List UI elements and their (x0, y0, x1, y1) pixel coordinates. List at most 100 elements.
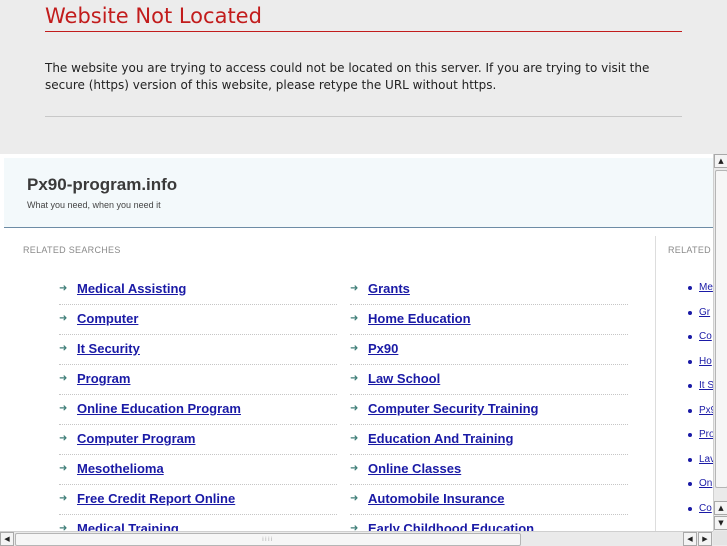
related-link[interactable]: Medical Assisting (77, 281, 186, 296)
sidebar-link[interactable]: Gr (699, 307, 710, 318)
bullet-icon (688, 457, 692, 462)
arrow-right-icon: ➜ (59, 463, 68, 474)
list-item[interactable]: ➜ Early Childhood Education (350, 516, 628, 531)
list-item[interactable]: ➜ Home Education (350, 306, 628, 335)
sidebar-link[interactable]: On (699, 478, 712, 489)
related-link[interactable]: Grants (368, 281, 410, 296)
list-item[interactable]: ➜ Px90 (350, 336, 628, 365)
sidebar-item[interactable]: Gr (688, 307, 713, 332)
related-link[interactable]: Early Childhood Education (368, 521, 534, 531)
list-item[interactable]: ➜ Education And Training (350, 426, 628, 455)
error-bottom-rule (45, 116, 682, 117)
site-name: Px90-program.info (27, 175, 178, 194)
related-link[interactable]: Online Classes (368, 461, 461, 476)
related-link[interactable]: Free Credit Report Online (77, 491, 235, 506)
related-link[interactable]: Law School (368, 371, 440, 386)
sidebar-link[interactable]: Co (699, 503, 712, 514)
vertical-scrollbar-thumb[interactable] (715, 170, 727, 488)
sidebar-item[interactable]: On (688, 478, 713, 503)
bullet-icon (688, 359, 692, 364)
scroll-down-icon[interactable]: ▼ (714, 516, 727, 530)
horizontal-scrollbar[interactable]: ◀ ⁞⁞⁞⁞ ◀ ▶ (0, 531, 713, 546)
list-item[interactable]: ➜ Computer (59, 306, 337, 335)
list-item[interactable]: ➜ It Security (59, 336, 337, 365)
arrow-right-icon: ➜ (350, 433, 359, 444)
sidebar-link[interactable]: Ho (699, 356, 712, 367)
embedded-page-frame: Px90-program.info What you need, when yo… (0, 154, 727, 545)
arrow-right-icon: ➜ (350, 523, 359, 531)
related-searches-right-column: ➜ Grants ➜ Home Education ➜ Px90 ➜ Law Schoo… (350, 276, 628, 531)
related-link[interactable]: Education And Training (368, 431, 513, 446)
scroll-right-icon[interactable]: ▶ (698, 532, 712, 546)
list-item[interactable]: ➜ Program (59, 366, 337, 395)
bullet-icon (688, 482, 692, 486)
arrow-right-icon: ➜ (59, 523, 68, 531)
scroll-left-icon[interactable]: ◀ (683, 532, 697, 546)
arrow-right-icon: ➜ (350, 283, 359, 294)
sidebar-related-list: Me Gr Co Ho It S Px9 Pro Lav On Co (688, 282, 713, 527)
sidebar-item[interactable]: Me (688, 282, 713, 307)
bullet-icon (688, 433, 692, 437)
error-title-rule (45, 31, 682, 32)
sidebar-link[interactable]: Me (699, 282, 713, 293)
error-message: The website you are trying to access cou… (45, 61, 650, 92)
site-header: Px90-program.info What you need, when yo… (4, 158, 713, 228)
sidebar-link[interactable]: Co (699, 331, 712, 342)
bullet-icon (688, 408, 692, 413)
sidebar-item[interactable]: Co (688, 331, 713, 356)
list-item[interactable]: ➜ Computer Security Training (350, 396, 628, 425)
list-item[interactable]: ➜ Mesothelioma (59, 456, 337, 485)
related-link[interactable]: Medical Training (77, 521, 179, 531)
sidebar-related-label: RELATED (668, 245, 711, 255)
list-item[interactable]: ➜ Law School (350, 366, 628, 395)
list-item[interactable]: ➜ Online Education Program (59, 396, 337, 425)
sidebar-link[interactable]: Px9 (699, 405, 713, 416)
bullet-icon (688, 335, 692, 339)
related-link[interactable]: Computer Security Training (368, 401, 538, 416)
arrow-right-icon: ➜ (350, 343, 359, 354)
sidebar-link[interactable]: Lav (699, 454, 713, 465)
vertical-scrollbar[interactable]: ▲ ▲ ▼ (713, 154, 727, 531)
related-link[interactable]: It Security (77, 341, 140, 356)
related-link[interactable]: Px90 (368, 341, 398, 356)
list-item[interactable]: ➜ Grants (350, 276, 628, 305)
list-item[interactable]: ➜ Computer Program (59, 426, 337, 455)
arrow-right-icon: ➜ (350, 463, 359, 474)
sidebar-link[interactable]: Pro (699, 429, 713, 440)
bullet-icon (688, 384, 692, 388)
list-item[interactable]: ➜ Online Classes (350, 456, 628, 485)
arrow-right-icon: ➜ (59, 433, 68, 444)
related-searches-left-column: ➜ Medical Assisting ➜ Computer ➜ It Securit… (59, 276, 337, 531)
related-link[interactable]: Automobile Insurance (368, 491, 505, 506)
list-item[interactable]: ➜ Medical Training (59, 516, 337, 531)
related-link[interactable]: Computer Program (77, 431, 195, 446)
list-item[interactable]: ➜ Free Credit Report Online (59, 486, 337, 515)
scroll-up-icon[interactable]: ▲ (714, 154, 727, 168)
sidebar-item[interactable]: Px9 (688, 405, 713, 430)
list-item[interactable]: ➜ Automobile Insurance (350, 486, 628, 515)
bullet-icon (688, 286, 692, 290)
bullet-icon (688, 506, 692, 511)
list-item[interactable]: ➜ Medical Assisting (59, 276, 337, 305)
arrow-right-icon: ➜ (59, 403, 68, 414)
arrow-right-icon: ➜ (59, 313, 68, 324)
related-link[interactable]: Home Education (368, 311, 471, 326)
sidebar-item[interactable]: It S (688, 380, 713, 405)
scroll-up-icon[interactable]: ▲ (714, 501, 727, 515)
sidebar-item[interactable]: Lav (688, 454, 713, 479)
sidebar-link[interactable]: It S (699, 380, 713, 391)
bullet-icon (688, 310, 692, 315)
related-link[interactable]: Program (77, 371, 130, 386)
related-link[interactable]: Online Education Program (77, 401, 241, 416)
sidebar-item[interactable]: Ho (688, 356, 713, 381)
arrow-right-icon: ➜ (59, 283, 68, 294)
sidebar-item[interactable]: Pro (688, 429, 713, 454)
scrollbar-grip-icon: ⁞⁞⁞⁞ (262, 536, 274, 543)
scroll-left-icon[interactable]: ◀ (0, 532, 14, 546)
related-link[interactable]: Mesothelioma (77, 461, 164, 476)
horizontal-scrollbar-thumb[interactable]: ⁞⁞⁞⁞ (15, 533, 521, 546)
arrow-right-icon: ➜ (350, 313, 359, 324)
sidebar-item[interactable]: Co (688, 503, 713, 528)
site-tagline: What you need, when you need it (27, 200, 161, 210)
related-link[interactable]: Computer (77, 311, 138, 326)
